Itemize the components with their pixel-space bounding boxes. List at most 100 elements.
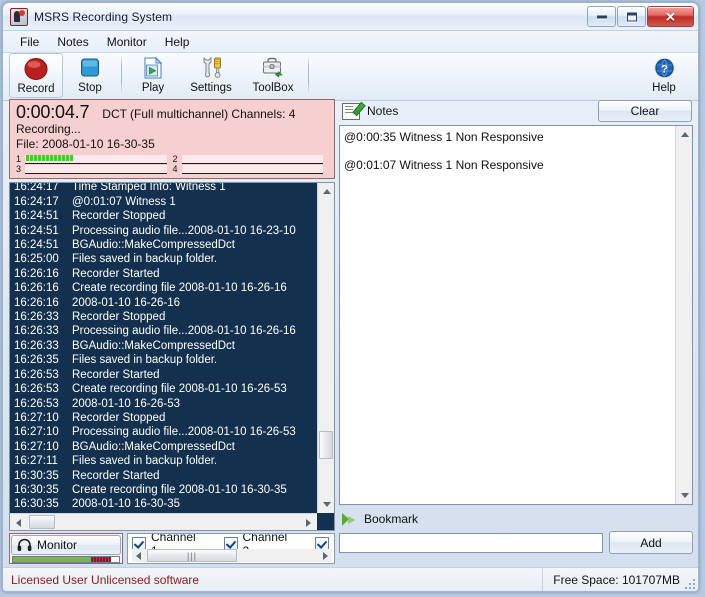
log-row[interactable]: 16:26:16 2008-01-10 16-26-16 (10, 296, 317, 310)
channel-hscrollbar[interactable]: ||| (132, 549, 332, 562)
note-entry[interactable]: @0:00:35 Witness 1 Non Responsive (344, 130, 675, 145)
log-row-time: 16:26:53 (14, 397, 59, 410)
event-log-scroll-right-button[interactable] (300, 514, 317, 531)
toolbox-button-label: ToolBox (252, 82, 294, 94)
log-row[interactable]: 16:26:33 BGAudio::MakeCompressedDct (10, 339, 317, 353)
event-log-panel: 16:24:17User Entered time stamped commen… (9, 182, 335, 531)
menu-item-monitor[interactable]: Monitor (98, 33, 156, 51)
note-entry[interactable]: @0:01:07 Witness 1 Non Responsive (344, 158, 675, 173)
maximize-icon (626, 12, 637, 21)
bookmark-arrow-icon (342, 512, 357, 526)
log-row[interactable]: 16:26:33 Processing audio file...2008-01-… (10, 324, 317, 338)
log-row-time: 16:26:16 (14, 267, 59, 280)
notes-vscrollbar[interactable] (675, 126, 692, 504)
app-window: MSRS Recording System ✕ File Notes Monit… (2, 2, 699, 592)
event-log-hscrollbar[interactable] (10, 513, 317, 530)
bookmark-input[interactable] (339, 532, 603, 553)
log-row-message: BGAudio::MakeCompressedDct (72, 440, 235, 453)
log-row-message: Create recording file 2008-01-10 16-30-3… (72, 483, 287, 496)
log-row[interactable]: 16:25:00 Files saved in backup folder. (10, 252, 317, 266)
log-row[interactable]: 16:27:11 Files saved in backup folder. (10, 454, 317, 468)
menu-item-file[interactable]: File (11, 33, 48, 51)
add-bookmark-button[interactable]: Add (609, 531, 693, 554)
channel-meter-3-track (25, 164, 167, 174)
channel-meter-1-fill (26, 154, 73, 161)
log-row[interactable]: 16:26:35 Files saved in backup folder. (10, 353, 317, 367)
log-row-time: 16:26:53 (14, 368, 59, 381)
log-row-time: 16:26:33 (14, 325, 59, 338)
clear-notes-button[interactable]: Clear (598, 100, 692, 122)
log-row[interactable]: 16:27:10 BGAudio::MakeCompressedDct (10, 440, 317, 454)
log-row[interactable]: 16:27:10 Processing audio file...2008-01-… (10, 425, 317, 439)
log-row-time: 16:24:51 (14, 224, 59, 237)
log-row[interactable]: 16:24:51 BGAudio::MakeCompressedDct (10, 238, 317, 252)
channel-hscroll-thumb[interactable]: ||| (147, 549, 237, 562)
chevron-up-icon (322, 189, 331, 194)
log-row[interactable]: 16:26:53 Recorder Started (10, 368, 317, 382)
toolbar: Record Stop Play Settings ToolBox ? Help (3, 53, 698, 101)
log-row[interactable]: 16:30:35 Recorder Started (10, 469, 317, 483)
log-row-message: BGAudio::MakeCompressedDct (72, 239, 235, 252)
monitor-volume-meter[interactable] (12, 556, 120, 563)
event-log-scroll-down-button[interactable] (318, 496, 335, 513)
log-row-time: 16:26:33 (14, 311, 59, 324)
event-log-scroll-left-button[interactable] (10, 514, 27, 531)
event-log-scroll-thumb[interactable] (319, 431, 333, 459)
log-row[interactable]: 16:24:17 Time Stamped Info: Witness 1 (10, 183, 317, 195)
event-log-vscrollbar[interactable] (317, 183, 334, 513)
notes-scroll-up-button[interactable] (676, 126, 693, 143)
event-log-scroll-up-button[interactable] (318, 183, 335, 200)
left-panel: 0:00:04.7 DCT (Full multichannel) Channe… (9, 99, 335, 565)
log-row[interactable]: 16:26:16 Recorder Started (10, 267, 317, 281)
settings-button-label: Settings (190, 82, 232, 94)
meter-column-left: 1 3 (16, 154, 173, 174)
resize-grip[interactable] (683, 577, 695, 589)
log-row-time: 16:24:17 (14, 183, 59, 194)
toolbox-button[interactable]: ToolBox (242, 53, 304, 98)
record-button[interactable]: Record (9, 53, 63, 98)
stop-square-icon (78, 55, 102, 81)
event-log-scroll-area[interactable]: 16:24:17User Entered time stamped commen… (10, 183, 317, 513)
play-button[interactable]: Play (126, 53, 180, 98)
bookmark-panel: Bookmark Add (339, 509, 693, 565)
log-row[interactable]: 16:26:16 Create recording file 2008-01-10… (10, 281, 317, 295)
channel-scroll-right-button[interactable] (319, 549, 332, 562)
log-row-message: Files saved in backup folder. (72, 455, 218, 468)
log-row[interactable]: 16:24:51 Recorder Stopped (10, 209, 317, 223)
log-row[interactable]: 16:26:33 Recorder Stopped (10, 310, 317, 324)
notes-scroll-down-button[interactable] (676, 487, 693, 504)
settings-button[interactable]: Settings (180, 53, 242, 98)
toolbar-separator-2 (308, 55, 309, 94)
log-row[interactable]: 16:26:53 2008-01-10 16-26-53 (10, 397, 317, 411)
recording-state: Recording... (16, 122, 81, 136)
log-row-message: Processing audio file...2008-01-10 16-26… (72, 426, 296, 439)
log-row[interactable]: 16:24:17 @0:01:07 Witness 1 (10, 195, 317, 209)
event-log-hscroll-thumb[interactable] (29, 515, 55, 529)
menu-item-notes[interactable]: Notes (48, 33, 97, 51)
channel-select-panel: Channel 1 Channel 2 (127, 533, 335, 564)
log-row[interactable]: 16:27:10 Recorder Stopped (10, 411, 317, 425)
channel-meter-4: 4 (173, 164, 330, 174)
maximize-button[interactable] (617, 6, 646, 27)
channel-meter-4-label: 4 (172, 164, 178, 174)
minimize-button[interactable] (587, 6, 616, 27)
free-space-status: Free Space: 101707MB (542, 568, 680, 591)
stop-button[interactable]: Stop (63, 53, 117, 98)
log-row[interactable]: 16:30:35 Create recording file 2008-01-10… (10, 483, 317, 497)
log-row[interactable]: 16:26:53 Create recording file 2008-01-10… (10, 382, 317, 396)
help-button[interactable]: ? Help (638, 53, 690, 98)
close-button[interactable]: ✕ (647, 6, 694, 27)
log-row[interactable]: 16:24:51 Processing audio file...2008-01-… (10, 224, 317, 238)
notes-list[interactable]: @0:00:35 Witness 1 Non Responsive @0:01:0… (340, 126, 675, 504)
channel-meter-1-track (25, 154, 167, 164)
log-row-message: 2008-01-10 16-30-35 (72, 498, 181, 511)
log-row-time: 16:26:16 (14, 296, 59, 309)
menu-item-help[interactable]: Help (156, 33, 199, 51)
monitor-button[interactable]: Monitor (11, 535, 121, 555)
log-row-time: 16:30:35 (14, 469, 59, 482)
channel-scroll-left-button[interactable] (132, 549, 145, 562)
log-row-time: 16:27:11 (14, 455, 58, 468)
recording-format: DCT (Full multichannel) Channels: 4 (102, 107, 296, 121)
monitor-volume-red (91, 557, 111, 562)
log-row[interactable]: 16:30:35 2008-01-10 16-30-35 (10, 497, 317, 511)
